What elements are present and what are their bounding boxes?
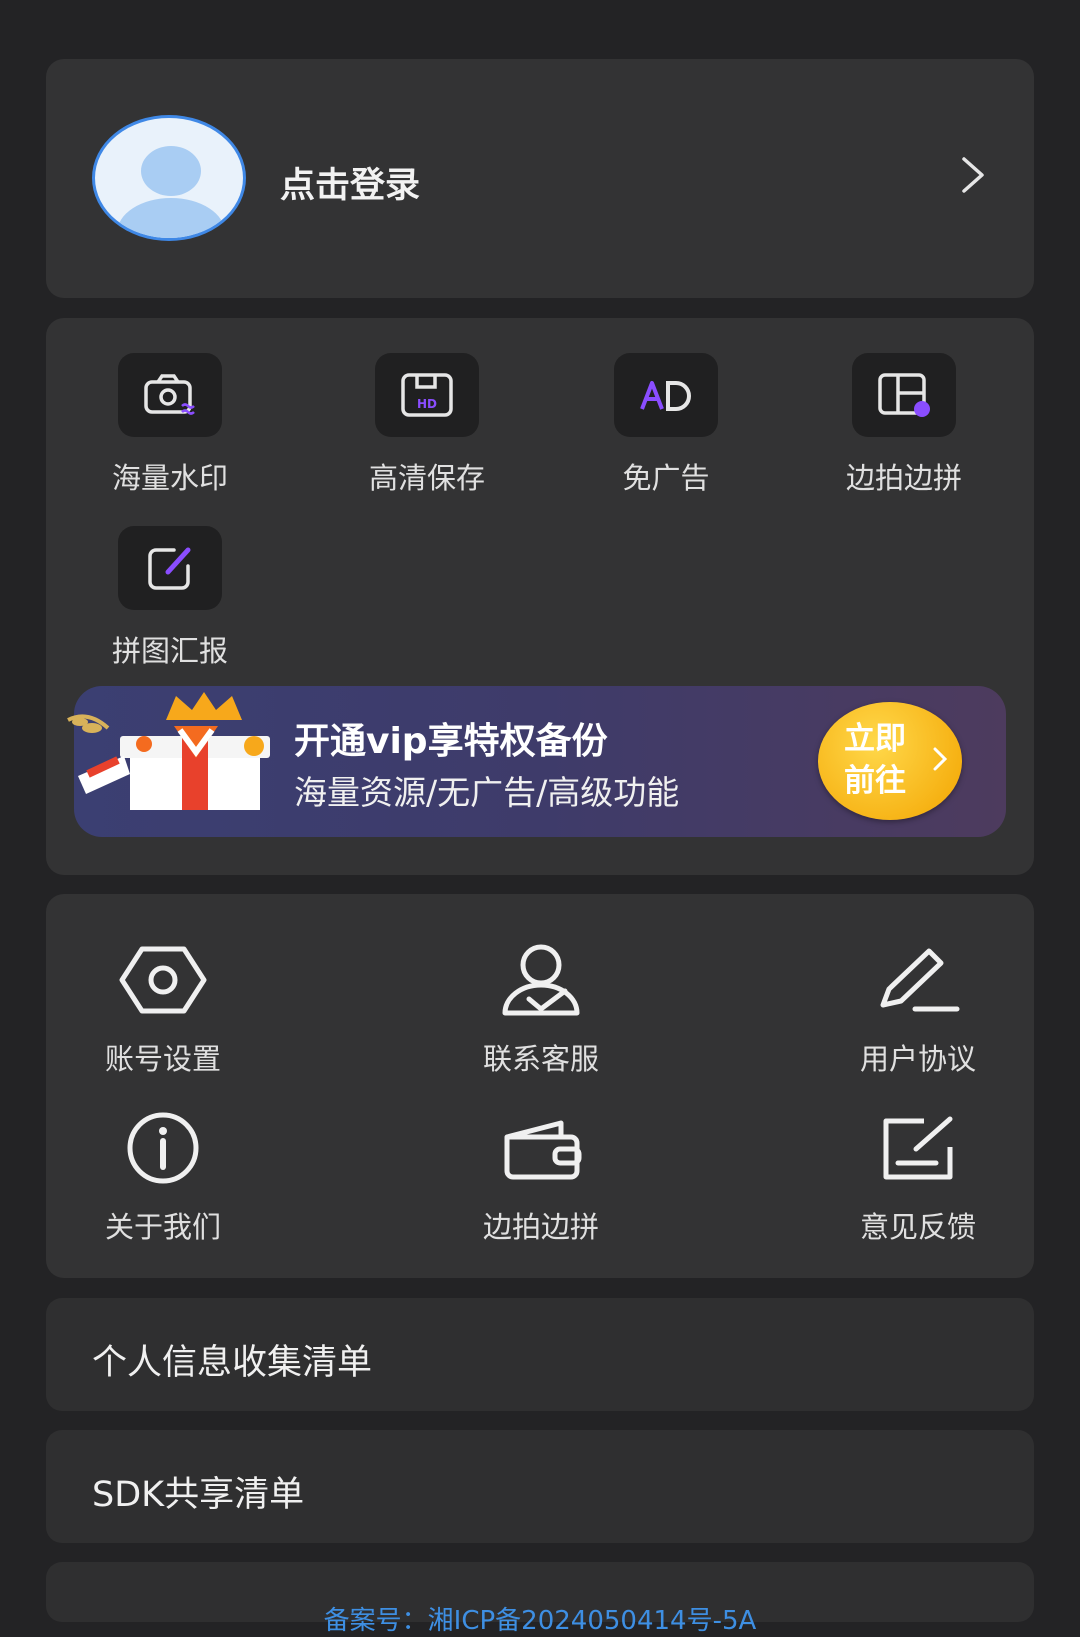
camera-watermark-icon [144,374,195,415]
icp-link[interactable]: 备案号：湘ICP备2024050414号-5A [0,1600,1080,1637]
personal-info-label: 个人信息收集清单 [92,1343,373,1383]
login-card[interactable]: 点击登录 [46,59,1034,298]
setting-label: 意见反馈 [859,1210,976,1244]
personal-info-list-row[interactable]: 个人信息收集清单 [46,1298,1034,1411]
feature-hd-save[interactable]: HD 高清保存 [342,353,512,497]
feature-watermark[interactable]: 海量水印 [85,353,255,497]
customer-service-icon [502,944,580,1016]
edit-report-icon [148,547,191,590]
wallet-icon [504,1120,582,1180]
setting-label: 联系客服 [482,1042,599,1076]
sdk-share-label: SDK共享清单 [92,1475,305,1515]
account-settings[interactable]: 账号设置 [63,938,263,1078]
settings-card: 账号设置 联系客服 用户协议 关于我们 边拍边拼 意见反馈 [46,894,1034,1278]
feature-label: 高清保存 [368,461,485,495]
hd-save-icon: HD [401,373,453,417]
feature-label: 拼图汇报 [111,634,228,668]
about-us[interactable]: 关于我们 [63,1106,263,1246]
settings-hexagon-icon [119,946,207,1014]
feature-ad-free[interactable]: 免广告 [581,353,751,497]
feedback[interactable]: 意见反馈 [818,1106,1018,1246]
feature-label: 海量水印 [111,461,228,495]
feature-label: 边拍边拼 [845,461,962,495]
login-label[interactable]: 点击登录 [280,157,420,208]
vip-features-card: 海量水印 HD 高清保存 免广告 边拍边拼 拼图汇报 开通vip享特权备份 海量… [46,318,1034,875]
setting-label: 账号设置 [104,1042,221,1076]
chevron-right-icon [933,747,948,771]
feature-collage[interactable]: 边拍边拼 [819,353,989,497]
setting-label: 用户协议 [859,1042,976,1076]
contact-service[interactable]: 联系客服 [441,938,641,1078]
banner-subtitle: 海量资源/无广告/高级功能 [294,773,680,812]
chevron-right-icon[interactable] [958,155,988,195]
setting-label: 关于我们 [104,1210,221,1244]
feature-report[interactable]: 拼图汇报 [85,526,255,670]
layout-collage-icon [878,373,930,417]
ad-free-icon [640,381,691,411]
shoot-and-stitch[interactable]: 边拍边拼 [441,1106,641,1246]
avatar[interactable] [92,115,246,241]
pen-icon [880,948,960,1012]
user-agreement[interactable]: 用户协议 [818,938,1018,1078]
svg-text:HD: HD [417,397,437,411]
banner-title: 开通vip享特权备份 [294,721,608,762]
setting-label: 边拍边拼 [482,1210,599,1244]
feature-label: 免广告 [622,461,710,495]
gift-box-icon [67,692,270,810]
feedback-icon [883,1116,953,1180]
sdk-share-list-row[interactable]: SDK共享清单 [46,1430,1034,1543]
info-icon [127,1112,199,1184]
go-now-label: 立即前往 [844,721,906,799]
go-now-button[interactable]: 立即前往 [818,702,962,820]
vip-banner[interactable]: 开通vip享特权备份 海量资源/无广告/高级功能 立即前往 [67,686,1006,837]
